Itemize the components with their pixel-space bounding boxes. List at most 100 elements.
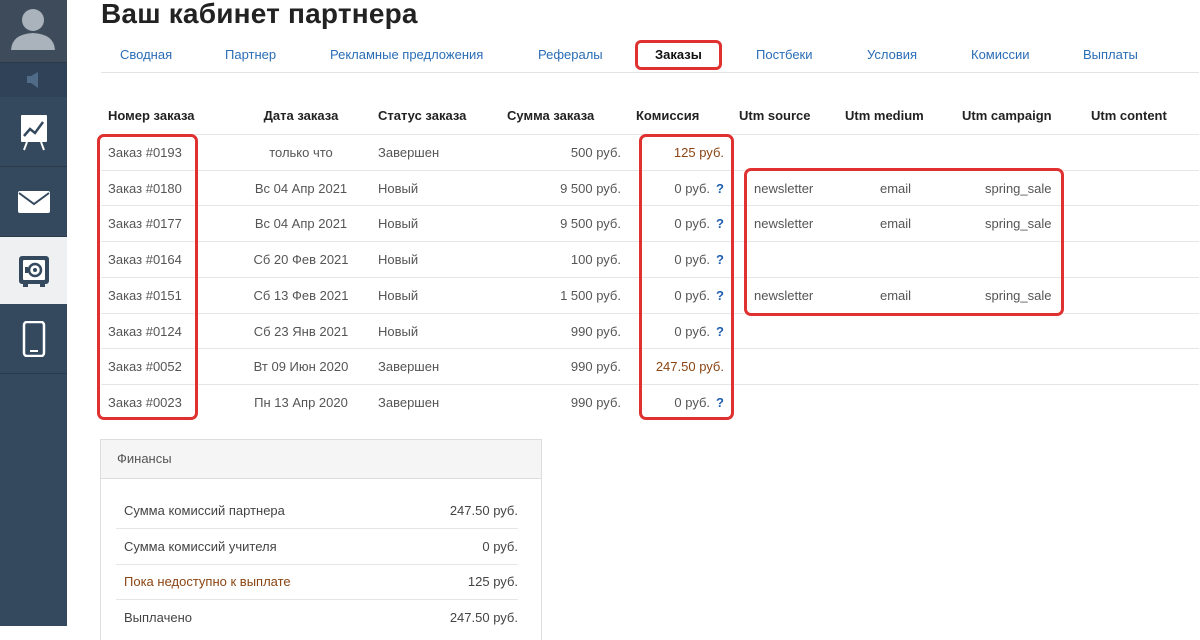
- finance-value: 125 руб.: [467, 574, 518, 589]
- tab-postbacks[interactable]: Постбеки: [756, 40, 813, 70]
- table-row[interactable]: Заказ #0124 Сб 23 Янв 2021 Новый 990 руб. 0 …: [101, 312, 1199, 349]
- commission-value: 0 руб.: [674, 394, 711, 410]
- announce-button[interactable]: [0, 63, 67, 97]
- help-icon[interactable]: ?: [716, 288, 724, 303]
- order-date: Вс 04 Апр 2021: [254, 216, 348, 232]
- sidebar: [0, 0, 67, 626]
- finance-row: Сумма комиссий партнера 247.50 руб.: [116, 493, 518, 529]
- finance-label: Сумма комиссий партнера: [124, 503, 285, 518]
- sidebar-item-messages[interactable]: [0, 168, 67, 235]
- tab-commissions[interactable]: Комиссии: [971, 40, 1030, 70]
- col-header-utm-source: Utm source: [739, 108, 811, 123]
- table-row[interactable]: Заказ #0180 Вс 04 Апр 2021 Новый 9 500 руб.…: [101, 169, 1199, 206]
- tab-summary[interactable]: Сводная: [120, 40, 172, 70]
- finance-label: Сумма комиссий учителя: [124, 539, 277, 554]
- tab-conditions[interactable]: Условия: [867, 40, 917, 70]
- order-commission: 0 руб.?: [674, 206, 724, 241]
- order-commission: 247.50 руб.: [656, 349, 724, 384]
- sidebar-separator: [0, 373, 67, 374]
- order-status: Завершен: [378, 394, 440, 410]
- col-header-number: Номер заказа: [108, 108, 195, 123]
- order-number[interactable]: Заказ #0193: [108, 135, 182, 170]
- utm-medium: email: [880, 180, 912, 196]
- order-commission: 0 руб.?: [674, 278, 724, 313]
- finance-title: Финансы: [101, 440, 541, 479]
- order-number[interactable]: Заказ #0151: [108, 278, 182, 313]
- finance-row: Пока недоступно к выплате 125 руб.: [116, 564, 518, 600]
- finance-row: Выплачено 247.50 руб.: [116, 600, 518, 635]
- commission-value: 0 руб.: [674, 287, 711, 303]
- col-header-utm-medium: Utm medium: [845, 108, 924, 123]
- order-commission: 125 руб.: [674, 135, 724, 170]
- order-sum: 1 500 руб.: [560, 287, 621, 303]
- tab-orders[interactable]: Заказы: [635, 40, 722, 70]
- mail-icon: [17, 190, 50, 213]
- order-number[interactable]: Заказ #0180: [108, 171, 182, 206]
- tab-partner[interactable]: Партнер: [225, 40, 276, 70]
- safe-icon: [18, 255, 49, 287]
- order-sum: 100 руб.: [570, 252, 621, 268]
- order-commission: 0 руб.?: [674, 242, 724, 277]
- user-avatar[interactable]: [0, 0, 67, 62]
- help-icon[interactable]: ?: [716, 395, 724, 410]
- order-status: Новый: [378, 180, 419, 196]
- utm-campaign: spring_sale: [985, 287, 1052, 303]
- tab-bar: Сводная Партнер Рекламные предложения Ре…: [101, 40, 1199, 73]
- order-date: только что: [269, 145, 333, 160]
- order-number[interactable]: Заказ #0177: [108, 206, 182, 241]
- utm-source: newsletter: [754, 287, 814, 303]
- help-icon[interactable]: ?: [716, 324, 724, 339]
- table-row[interactable]: Заказ #0023 Пн 13 Апр 2020 Завершен 990 руб…: [101, 383, 1199, 420]
- order-date: Вс 04 Апр 2021: [254, 180, 348, 196]
- chart-icon: [20, 114, 47, 150]
- order-sum: 990 руб.: [570, 323, 621, 339]
- sidebar-item-partner[interactable]: [0, 237, 67, 304]
- user-avatar-icon: [11, 9, 55, 50]
- order-sum: 990 руб.: [570, 359, 621, 375]
- order-status: Новый: [378, 287, 419, 303]
- commission-value: 0 руб.: [674, 180, 711, 196]
- order-number[interactable]: Заказ #0052: [108, 349, 182, 384]
- order-status: Новый: [378, 216, 419, 232]
- finance-row: Сумма комиссий учителя 0 руб.: [116, 529, 518, 565]
- tab-offers[interactable]: Рекламные предложения: [330, 40, 483, 70]
- order-status: Новый: [378, 323, 419, 339]
- tab-referrals[interactable]: Рефералы: [538, 40, 603, 70]
- order-date: Пн 13 Апр 2020: [254, 394, 348, 410]
- help-icon[interactable]: ?: [716, 216, 724, 231]
- order-number[interactable]: Заказ #0023: [108, 385, 182, 420]
- sidebar-item-stats[interactable]: [0, 98, 67, 165]
- order-sum: 500 руб.: [570, 145, 621, 160]
- table-row[interactable]: Заказ #0177 Вс 04 Апр 2021 Новый 9 500 руб.…: [101, 205, 1199, 241]
- order-status: Завершен: [378, 145, 440, 160]
- help-icon[interactable]: ?: [716, 181, 724, 196]
- sidebar-separator: [0, 166, 67, 167]
- order-date: Сб 20 Фев 2021: [253, 252, 349, 268]
- commission-value: 247.50 руб.: [655, 359, 724, 375]
- sidebar-item-mobile[interactable]: [0, 305, 67, 372]
- table-row[interactable]: Заказ #0164 Сб 20 Фев 2021 Новый 100 руб. 0 …: [101, 241, 1199, 277]
- order-date: Вт 09 Июн 2020: [253, 359, 349, 375]
- announce-icon: [27, 72, 38, 88]
- order-number[interactable]: Заказ #0124: [108, 314, 182, 349]
- order-number[interactable]: Заказ #0164: [108, 242, 182, 277]
- utm-campaign: spring_sale: [985, 180, 1052, 196]
- utm-source: newsletter: [754, 216, 814, 232]
- commission-value: 125 руб.: [673, 145, 724, 160]
- finance-label: Выплачено: [124, 610, 192, 625]
- commission-value: 0 руб.: [674, 216, 711, 232]
- table-row[interactable]: Заказ #0193 только что Завершен 500 руб. 125…: [101, 134, 1199, 170]
- table-row[interactable]: Заказ #0052 Вт 09 Июн 2020 Завершен 990 руб…: [101, 348, 1199, 384]
- help-icon[interactable]: ?: [716, 252, 724, 267]
- col-header-sum: Сумма заказа: [507, 108, 595, 123]
- utm-campaign: spring_sale: [985, 216, 1052, 232]
- col-header-commission: Комиссия: [636, 108, 700, 123]
- order-commission: 0 руб.?: [674, 171, 724, 206]
- order-date: Сб 23 Янв 2021: [253, 323, 349, 339]
- tab-payouts[interactable]: Выплаты: [1083, 40, 1138, 70]
- finance-panel: Финансы Сумма комиссий партнера 247.50 р…: [100, 439, 542, 640]
- finance-value: 247.50 руб.: [449, 610, 518, 625]
- order-commission: 0 руб.?: [674, 385, 724, 420]
- table-row[interactable]: Заказ #0151 Сб 13 Фев 2021 Новый 1 500 руб.…: [101, 276, 1199, 313]
- order-sum: 9 500 руб.: [560, 180, 621, 196]
